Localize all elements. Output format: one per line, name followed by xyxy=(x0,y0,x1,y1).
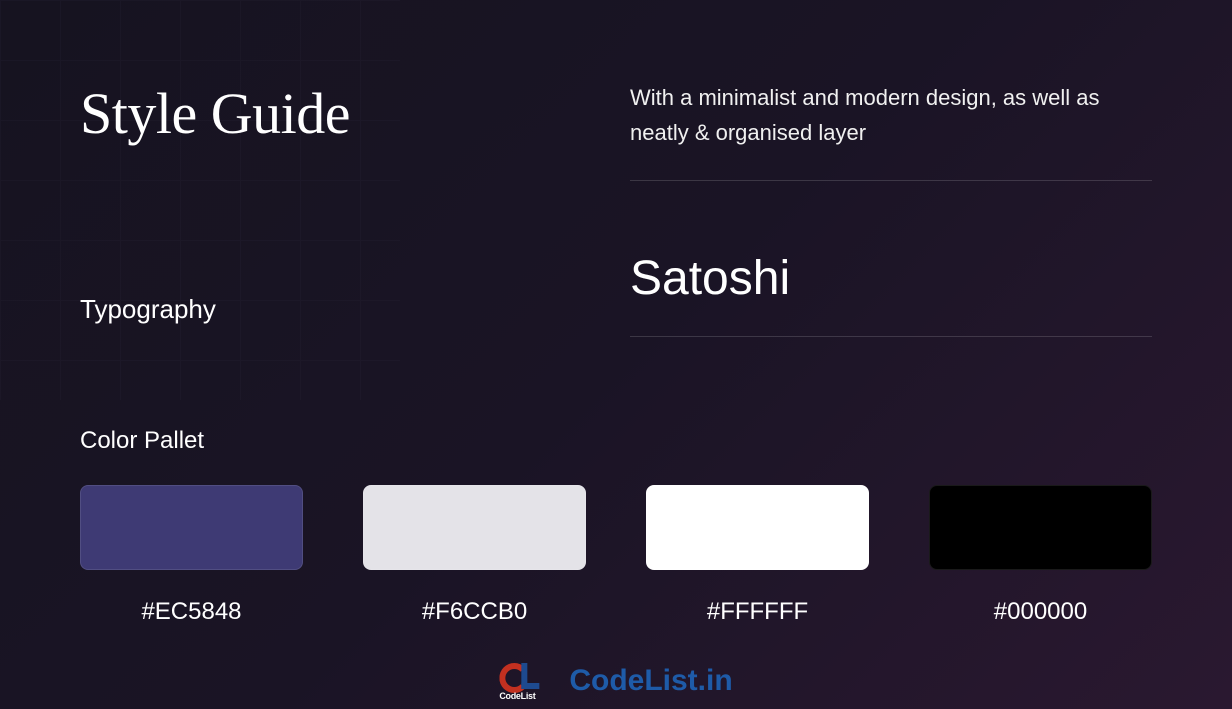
color-swatch: #FFFFFF xyxy=(646,485,869,626)
swatch-box-4 xyxy=(929,485,1152,570)
watermark-logo-text: CodeList xyxy=(499,691,535,701)
main-container: Style Guide With a minimalist and modern… xyxy=(0,0,1232,709)
swatch-label-4: #000000 xyxy=(994,598,1087,626)
color-swatches-row: #EC5848 #F6CCB0 #FFFFFF #000000 xyxy=(80,485,1152,626)
swatch-box-3 xyxy=(646,485,869,570)
swatch-label-3: #FFFFFF xyxy=(707,598,808,626)
typography-section-label: Typography xyxy=(80,294,530,325)
divider-top xyxy=(630,180,1152,181)
header-row: Style Guide With a minimalist and modern… xyxy=(80,80,1152,211)
watermark-logo-icon: CodeList xyxy=(499,663,559,699)
swatch-label-1: #EC5848 xyxy=(141,598,241,626)
description-column: With a minimalist and modern design, as … xyxy=(630,80,1152,211)
palette-section-label: Color Pallet xyxy=(80,427,1152,455)
watermark-domain-text: CodeList.in xyxy=(569,664,732,698)
color-swatch: #F6CCB0 xyxy=(363,485,586,626)
divider-bottom xyxy=(630,336,1152,337)
description-text: With a minimalist and modern design, as … xyxy=(630,80,1152,150)
swatch-box-1 xyxy=(80,485,303,570)
title-column: Style Guide xyxy=(80,80,530,211)
color-swatch: #EC5848 xyxy=(80,485,303,626)
typography-row: Typography Satoshi xyxy=(80,251,1152,367)
typography-font-name: Satoshi xyxy=(630,251,1152,306)
typography-value-column: Satoshi xyxy=(630,251,1152,367)
swatch-label-2: #F6CCB0 xyxy=(422,598,527,626)
color-swatch: #000000 xyxy=(929,485,1152,626)
watermark: CodeList CodeList.in xyxy=(499,663,732,699)
page-title: Style Guide xyxy=(80,80,530,147)
swatch-box-2 xyxy=(363,485,586,570)
